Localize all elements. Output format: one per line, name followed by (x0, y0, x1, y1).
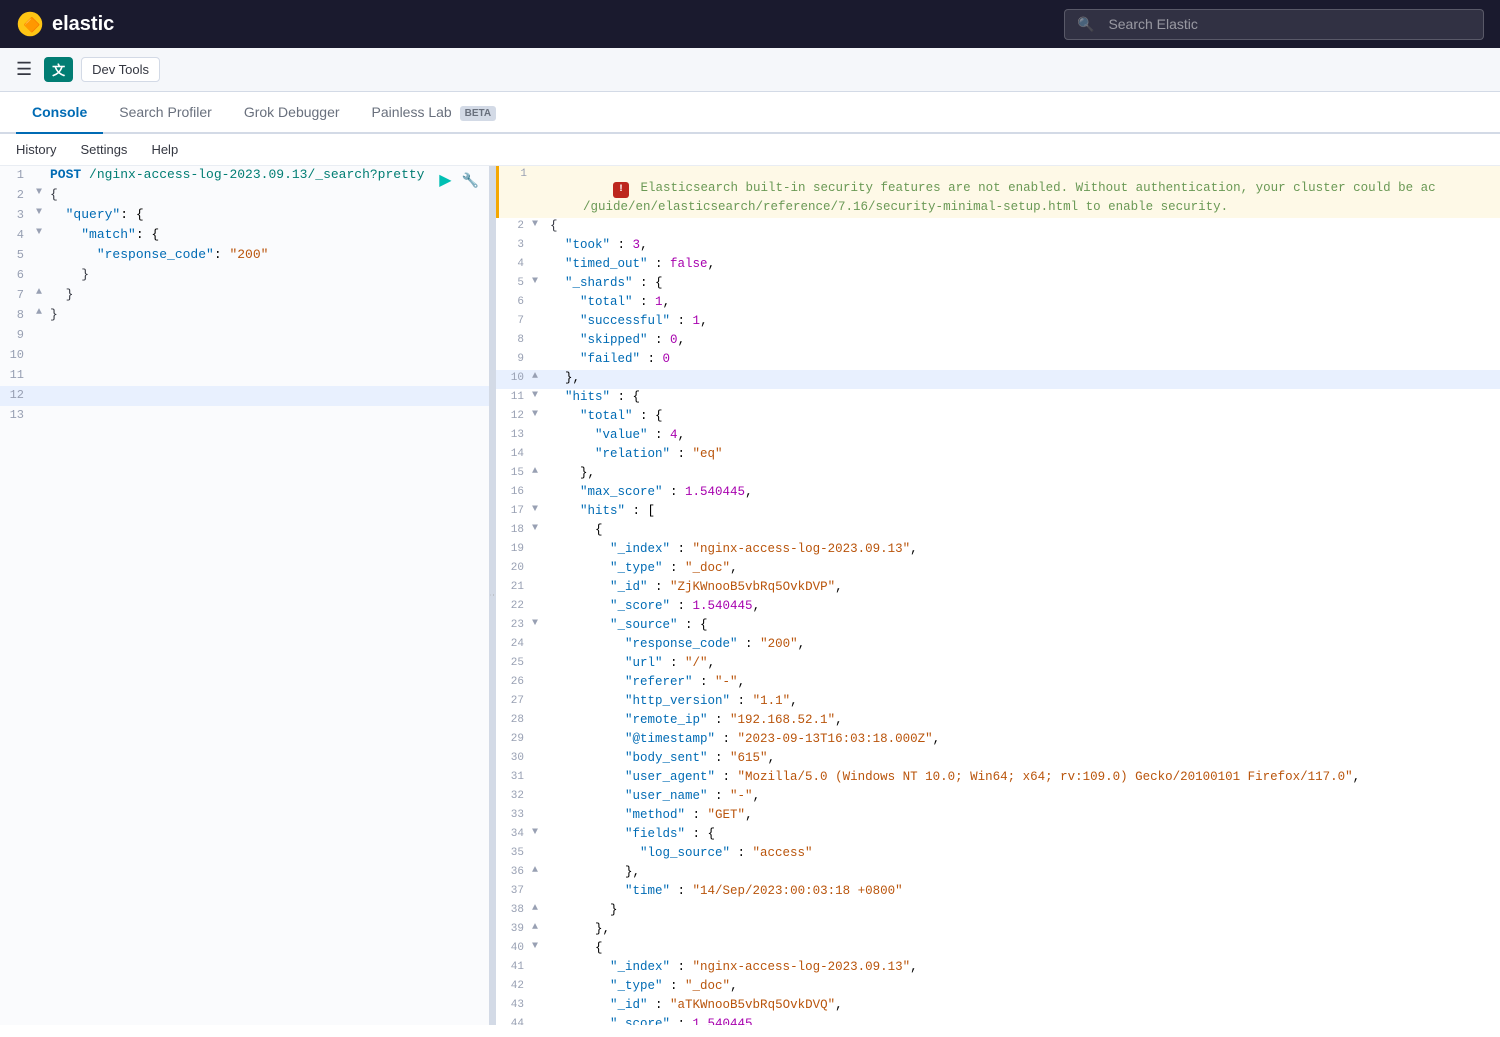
output-line-42: 42 "_type" : "_doc", (496, 978, 1500, 997)
tab-console[interactable]: Console (16, 92, 103, 134)
output-line-6: 6 "total" : 1, (496, 294, 1500, 313)
tab-search-profiler[interactable]: Search Profiler (103, 92, 228, 134)
output-line-39: 39 ▲ }, (496, 921, 1500, 940)
menu-bar: History Settings Help (0, 134, 1500, 166)
output-line-11: 11 ▼ "hits" : { (496, 389, 1500, 408)
line-num-1: 1 (0, 167, 32, 182)
output-line-36: 36 ▲ }, (496, 864, 1500, 883)
output-line-29: 29 "@timestamp" : "2023-09-13T16:03:18.0… (496, 731, 1500, 750)
editor-line-8: 8 ▲ } (0, 306, 489, 326)
output-line-30: 30 "body_sent" : "615", (496, 750, 1500, 769)
output-line-28: 28 "remote_ip" : "192.168.52.1", (496, 712, 1500, 731)
editor-container: 1 POST /nginx-access-log-2023.09.13/_sea… (0, 166, 1500, 1025)
output-line-43: 43 "_id" : "aTKWnooB5vbRq5OvkDVQ", (496, 997, 1500, 1016)
svg-text:🔶: 🔶 (23, 16, 40, 33)
output-line-warn-2: /guide/en/elasticsearch/reference/7.16/s… (496, 199, 1500, 218)
output-line-warn-1: 1 ! Elasticsearch built-in security feat… (496, 166, 1500, 199)
beta-badge: BETA (460, 106, 496, 121)
editor-line-2: 2 ▼ { (0, 186, 489, 206)
output-line-17: 17 ▼ "hits" : [ (496, 503, 1500, 522)
output-line-4: 4 "timed_out" : false, (496, 256, 1500, 275)
dev-icon-char: 文 (52, 60, 65, 79)
output-line-24: 24 "response_code" : "200", (496, 636, 1500, 655)
output-line-23: 23 ▼ "_source" : { (496, 617, 1500, 636)
elastic-logo-icon: 🔶 (16, 10, 44, 38)
output-line-5: 5 ▼ "_shards" : { (496, 275, 1500, 294)
output-line-22: 22 "_score" : 1.540445, (496, 598, 1500, 617)
output-line-27: 27 "http_version" : "1.1", (496, 693, 1500, 712)
dev-tools-button[interactable]: Dev Tools (81, 57, 160, 82)
output-line-9: 9 "failed" : 0 (496, 351, 1500, 370)
editor-line-1: 1 POST /nginx-access-log-2023.09.13/_sea… (0, 166, 489, 186)
output-line-19: 19 "_index" : "nginx-access-log-2023.09.… (496, 541, 1500, 560)
editor-line-4: 4 ▼ "match": { (0, 226, 489, 246)
search-bar[interactable]: 🔍 Search Elastic (1064, 9, 1484, 40)
output-line-26: 26 "referer" : "-", (496, 674, 1500, 693)
output-line-2: 2 ▼ { (496, 218, 1500, 237)
error-badge: ! (613, 182, 629, 198)
editor-line-6: 6 } (0, 266, 489, 286)
editor-line-13: 13 (0, 406, 489, 426)
logo[interactable]: 🔶 elastic (16, 10, 114, 38)
output-line-8: 8 "skipped" : 0, (496, 332, 1500, 351)
output-line-20: 20 "_type" : "_doc", (496, 560, 1500, 579)
output-line-31: 31 "user_agent" : "Mozilla/5.0 (Windows … (496, 769, 1500, 788)
dev-tools-icon-badge: 文 (44, 57, 73, 82)
code-1: POST /nginx-access-log-2023.09.13/_searc… (46, 167, 489, 182)
output-line-32: 32 "user_name" : "-", (496, 788, 1500, 807)
editor-line-5: 5 "response_code": "200" (0, 246, 489, 266)
left-editor-pane[interactable]: 1 POST /nginx-access-log-2023.09.13/_sea… (0, 166, 490, 1025)
output-line-25: 25 "url" : "/", (496, 655, 1500, 674)
tab-painless-lab[interactable]: Painless Lab BETA (356, 92, 513, 134)
editor-line-11: 11 (0, 366, 489, 386)
navbar: 🔶 elastic 🔍 Search Elastic (0, 0, 1500, 48)
run-button[interactable]: ▶ (437, 168, 453, 192)
hamburger-button[interactable]: ☰ (12, 55, 36, 84)
editor-line-10: 10 (0, 346, 489, 366)
right-output-pane[interactable]: 1 ! Elasticsearch built-in security feat… (496, 166, 1500, 1025)
output-line-35: 35 "log_source" : "access" (496, 845, 1500, 864)
output-line-33: 33 "method" : "GET", (496, 807, 1500, 826)
editor-line-12: 12 (0, 386, 489, 406)
output-line-34: 34 ▼ "fields" : { (496, 826, 1500, 845)
tab-grok-debugger[interactable]: Grok Debugger (228, 92, 356, 134)
output-line-21: 21 "_id" : "ZjKWnooB5vbRq5OvkDVP", (496, 579, 1500, 598)
output-line-38: 38 ▲ } (496, 902, 1500, 921)
output-line-41: 41 "_index" : "nginx-access-log-2023.09.… (496, 959, 1500, 978)
editor-line-9: 9 (0, 326, 489, 346)
output-line-40: 40 ▼ { (496, 940, 1500, 959)
search-placeholder-text: Search Elastic (1108, 16, 1197, 32)
output-line-12: 12 ▼ "total" : { (496, 408, 1500, 427)
fold-1[interactable] (32, 167, 46, 178)
output-line-3: 3 "took" : 3, (496, 237, 1500, 256)
output-line-13: 13 "value" : 4, (496, 427, 1500, 446)
output-line-37: 37 "time" : "14/Sep/2023:00:03:18 +0800" (496, 883, 1500, 902)
search-icon: 🔍 (1077, 16, 1094, 33)
output-line-15: 15 ▲ }, (496, 465, 1500, 484)
wrench-button[interactable]: 🔧 (460, 170, 481, 191)
tabs-bar: Console Search Profiler Grok Debugger Pa… (0, 92, 1500, 134)
editor-line-7: 7 ▲ } (0, 286, 489, 306)
output-line-44: 44 "_score" : 1.540445, (496, 1016, 1500, 1025)
menu-settings[interactable]: Settings (76, 140, 131, 159)
menu-help[interactable]: Help (147, 140, 182, 159)
editor-line-3: 3 ▼ "query": { (0, 206, 489, 226)
menu-history[interactable]: History (12, 140, 60, 159)
output-line-10: 10 ▲ }, (496, 370, 1500, 389)
toolbar-bar: ☰ 文 Dev Tools (0, 48, 1500, 92)
output-line-14: 14 "relation" : "eq" (496, 446, 1500, 465)
logo-text: elastic (52, 13, 114, 36)
output-line-7: 7 "successful" : 1, (496, 313, 1500, 332)
output-line-16: 16 "max_score" : 1.540445, (496, 484, 1500, 503)
hamburger-icon: ☰ (16, 59, 32, 80)
output-line-18: 18 ▼ { (496, 522, 1500, 541)
